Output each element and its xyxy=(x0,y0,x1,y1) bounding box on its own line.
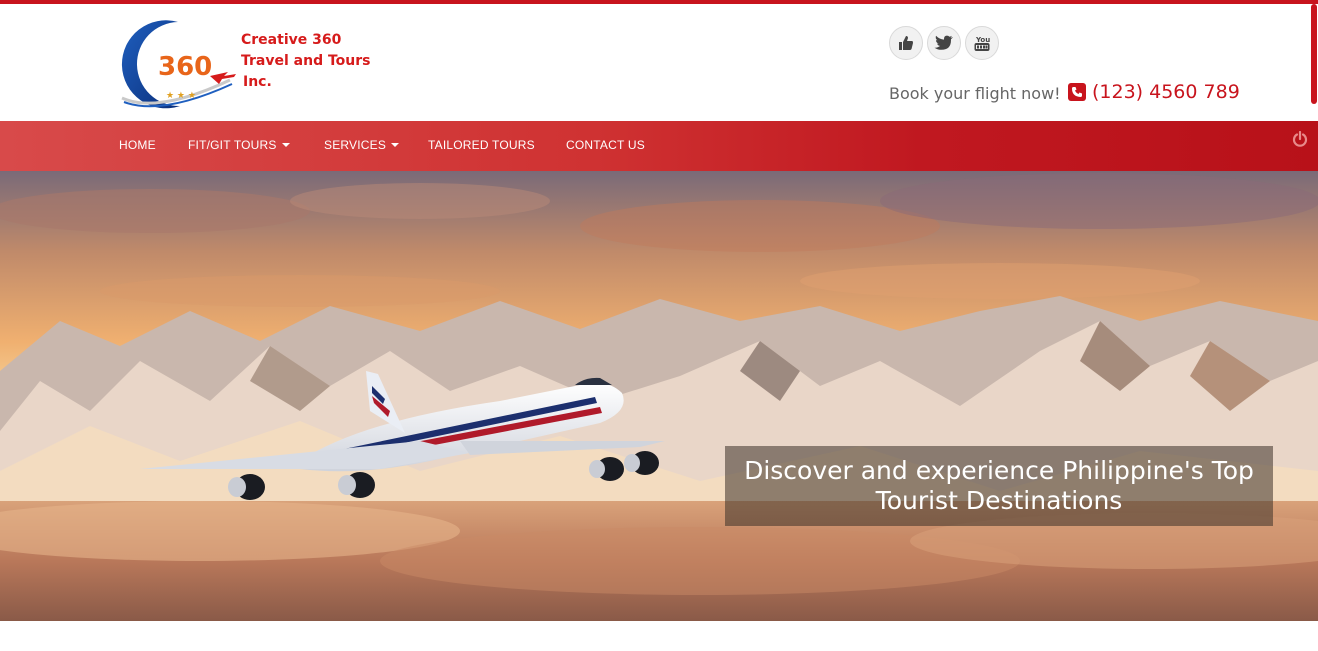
hero-scene-image xyxy=(0,171,1318,621)
caret-down-icon xyxy=(391,143,400,147)
power-icon[interactable] xyxy=(1292,131,1308,147)
nav-item-label: TAILORED TOURS xyxy=(428,138,535,152)
nav-item-home[interactable]: HOME xyxy=(119,138,156,152)
hero-caption: Discover and experience Philippine's Top… xyxy=(725,446,1273,526)
nav-item-label: CONTACT US xyxy=(566,138,645,152)
logo-line-1: Creative 360 xyxy=(241,32,342,48)
site-header: 360 ★ ★ ★ Creative 360 Travel and Tours … xyxy=(0,4,1318,121)
youtube-icon[interactable]: You xyxy=(965,26,999,60)
nav-item-label: HOME xyxy=(119,138,156,152)
book-flight-text: Book your flight now! xyxy=(889,84,1061,103)
logo-line-3: Inc. xyxy=(243,74,272,90)
nav-item-label: SERVICES xyxy=(324,138,387,152)
phone-contact[interactable]: (123) 4560 789 xyxy=(1068,81,1240,103)
twitter-icon[interactable] xyxy=(927,26,961,60)
logo-globe-icon: 360 ★ ★ ★ xyxy=(121,20,236,109)
nav-item-fit-git-tours[interactable]: FIT/GIT TOURS xyxy=(188,138,290,152)
site-logo[interactable]: 360 ★ ★ ★ Creative 360 Travel and Tours … xyxy=(118,18,380,110)
hero-banner: Discover and experience Philippine's Top… xyxy=(0,171,1318,621)
thumbs-up-icon[interactable] xyxy=(889,26,923,60)
caret-down-icon xyxy=(281,143,290,147)
phone-square-icon xyxy=(1068,83,1086,101)
hero-caption-line-2: Tourist Destinations xyxy=(875,486,1123,515)
nav-item-label: FIT/GIT TOURS xyxy=(188,138,277,152)
social-links: You xyxy=(889,26,999,60)
nav-item-tailored-tours[interactable]: TAILORED TOURS xyxy=(428,138,535,152)
svg-text:You: You xyxy=(975,36,990,44)
scroll-indicator[interactable] xyxy=(1311,4,1317,104)
nav-item-contact-us[interactable]: CONTACT US xyxy=(566,138,645,152)
svg-text:360: 360 xyxy=(158,52,212,82)
hero-caption-line-1: Discover and experience Philippine's Top xyxy=(744,456,1254,485)
nav-item-services[interactable]: SERVICES xyxy=(324,138,400,152)
logo-text: Creative 360 Travel and Tours Inc. xyxy=(241,30,391,93)
main-navigation: HOME FIT/GIT TOURS SERVICES TAILORED TOU… xyxy=(0,121,1318,171)
svg-text:★ ★ ★: ★ ★ ★ xyxy=(166,91,196,101)
logo-line-2: Travel and Tours xyxy=(241,53,371,69)
phone-number: (123) 4560 789 xyxy=(1092,81,1240,103)
